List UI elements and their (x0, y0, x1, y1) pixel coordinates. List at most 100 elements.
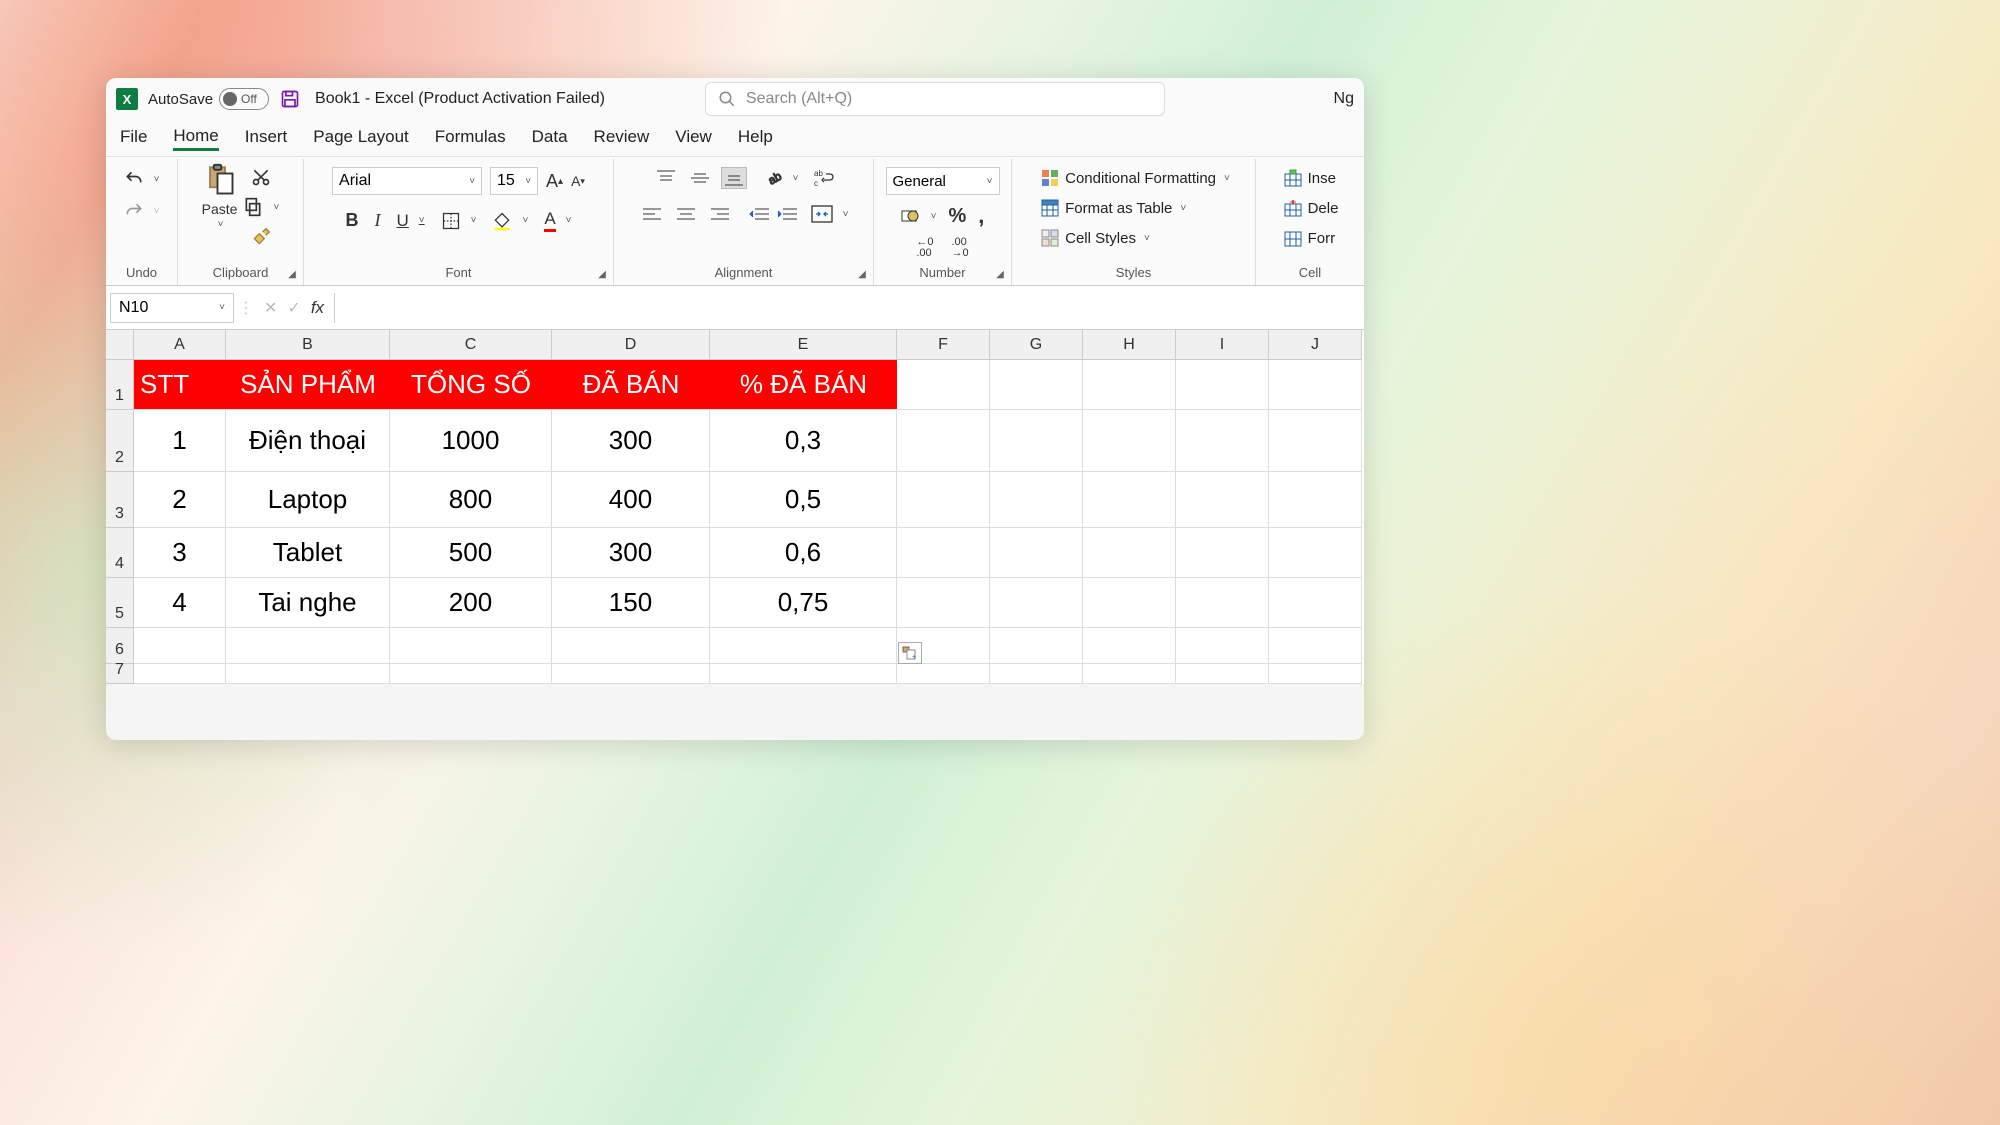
alignment-dialog-launcher[interactable]: ◢ (855, 267, 869, 281)
clipboard-dialog-launcher[interactable]: ◢ (285, 267, 299, 281)
formula-input[interactable] (334, 293, 1364, 323)
percent-format-button[interactable]: % (948, 205, 966, 228)
save-button[interactable] (279, 88, 301, 110)
cell-J5[interactable] (1269, 578, 1362, 628)
row-header-3[interactable]: 3 (106, 472, 134, 528)
cell-styles-button[interactable]: Cell Styles˅ (1041, 227, 1150, 249)
format-painter-button[interactable] (251, 227, 271, 247)
cell-B7[interactable] (226, 664, 390, 684)
cell-E3[interactable]: 0,5 (710, 472, 897, 528)
cell-J1[interactable] (1269, 360, 1362, 410)
cell-I1[interactable] (1176, 360, 1269, 410)
align-left-button[interactable] (639, 203, 665, 225)
increase-font-button[interactable]: A▴ (546, 171, 563, 192)
cell-A6[interactable] (134, 628, 226, 664)
cell-I5[interactable] (1176, 578, 1269, 628)
cell-J4[interactable] (1269, 528, 1362, 578)
cell-I3[interactable] (1176, 472, 1269, 528)
cell-A5[interactable]: 4 (134, 578, 226, 628)
align-center-button[interactable] (673, 203, 699, 225)
search-input[interactable]: Search (Alt+Q) (705, 82, 1165, 116)
fill-color-button[interactable]: ˅ (492, 211, 528, 231)
col-header-B[interactable]: B (226, 330, 390, 360)
cell-C2[interactable]: 1000 (390, 410, 552, 472)
cell-C4[interactable]: 500 (390, 528, 552, 578)
cell-B1[interactable]: SẢN PHẨM (226, 360, 390, 410)
orientation-button[interactable]: ab˅ (763, 168, 799, 188)
cell-G2[interactable] (990, 410, 1083, 472)
col-header-A[interactable]: A (134, 330, 226, 360)
cell-B4[interactable]: Tablet (226, 528, 390, 578)
tab-home[interactable]: Home (173, 126, 218, 151)
cell-I7[interactable] (1176, 664, 1269, 684)
row-header-7[interactable]: 7 (106, 664, 134, 684)
cell-B6[interactable] (226, 628, 390, 664)
increase-decimal-button[interactable]: ←0.00 (916, 237, 933, 259)
paste-button[interactable]: Paste ˅ (202, 163, 238, 230)
cell-C5[interactable]: 200 (390, 578, 552, 628)
cell-I2[interactable] (1176, 410, 1269, 472)
conditional-formatting-button[interactable]: Conditional Formatting˅ (1041, 167, 1230, 189)
row-header-4[interactable]: 4 (106, 528, 134, 578)
merge-center-button[interactable]: ˅ (811, 205, 849, 223)
cell-J2[interactable] (1269, 410, 1362, 472)
borders-button[interactable]: ˅ (441, 211, 477, 231)
underline-button[interactable]: U˅ (397, 211, 425, 231)
cell-D3[interactable]: 400 (552, 472, 710, 528)
cell-H1[interactable] (1083, 360, 1176, 410)
cell-I6[interactable] (1176, 628, 1269, 664)
increase-indent-button[interactable] (777, 207, 797, 221)
cell-E7[interactable] (710, 664, 897, 684)
bold-button[interactable]: B (346, 210, 359, 231)
undo-button[interactable]: ˅ (124, 169, 160, 189)
col-header-C[interactable]: C (390, 330, 552, 360)
number-format-select[interactable]: General˅ (886, 167, 1000, 195)
cell-E5[interactable]: 0,75 (710, 578, 897, 628)
row-header-1[interactable]: 1 (106, 360, 134, 410)
cell-G3[interactable] (990, 472, 1083, 528)
cell-J3[interactable] (1269, 472, 1362, 528)
col-header-E[interactable]: E (710, 330, 897, 360)
select-all-corner[interactable] (106, 330, 134, 360)
font-size-select[interactable]: 15˅ (490, 167, 538, 195)
cell-D1[interactable]: ĐÃ BÁN (552, 360, 710, 410)
enter-formula-button[interactable]: ✓ (287, 298, 300, 318)
font-dialog-launcher[interactable]: ◢ (595, 267, 609, 281)
cell-I4[interactable] (1176, 528, 1269, 578)
cell-B3[interactable]: Laptop (226, 472, 390, 528)
name-box[interactable]: N10 ˅ (110, 293, 234, 323)
cell-G6[interactable] (990, 628, 1083, 664)
copy-button[interactable]: ˅ (243, 197, 279, 217)
col-header-J[interactable]: J (1269, 330, 1362, 360)
cell-C7[interactable] (390, 664, 552, 684)
cell-F5[interactable] (897, 578, 990, 628)
cell-J7[interactable] (1269, 664, 1362, 684)
cell-A4[interactable]: 3 (134, 528, 226, 578)
cell-E2[interactable]: 0,3 (710, 410, 897, 472)
col-header-H[interactable]: H (1083, 330, 1176, 360)
align-bottom-button[interactable] (721, 167, 747, 189)
cut-button[interactable] (251, 167, 271, 187)
cell-G1[interactable] (990, 360, 1083, 410)
comma-format-button[interactable]: , (978, 203, 984, 229)
wrap-text-button[interactable]: abc (812, 168, 834, 188)
tab-page-layout[interactable]: Page Layout (313, 127, 408, 149)
tab-review[interactable]: Review (594, 127, 650, 149)
cell-C6[interactable] (390, 628, 552, 664)
cell-D6[interactable] (552, 628, 710, 664)
cell-H5[interactable] (1083, 578, 1176, 628)
cell-E4[interactable]: 0,6 (710, 528, 897, 578)
cell-H6[interactable] (1083, 628, 1176, 664)
cell-C1[interactable]: TỔNG SỐ (390, 360, 552, 410)
tab-insert[interactable]: Insert (245, 127, 288, 149)
cell-H4[interactable] (1083, 528, 1176, 578)
cell-B5[interactable]: Tai nghe (226, 578, 390, 628)
redo-button[interactable]: ˅ (124, 201, 160, 221)
cell-H2[interactable] (1083, 410, 1176, 472)
decrease-indent-button[interactable] (749, 207, 769, 221)
delete-cells-button[interactable]: Dele (1284, 197, 1339, 219)
cancel-formula-button[interactable]: ✕ (264, 298, 277, 318)
cell-E6[interactable] (710, 628, 897, 664)
cell-J6[interactable] (1269, 628, 1362, 664)
tab-help[interactable]: Help (738, 127, 773, 149)
